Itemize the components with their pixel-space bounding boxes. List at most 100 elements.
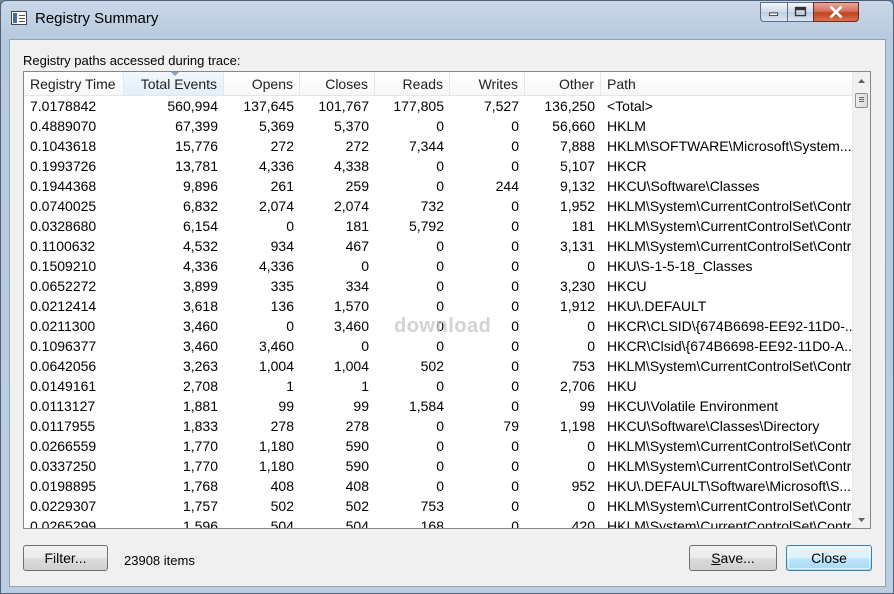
- sort-arrow-icon: [170, 72, 179, 76]
- cell-reads: 0: [436, 118, 444, 134]
- minimize-button[interactable]: [760, 2, 788, 22]
- cell-reads: 0: [436, 158, 444, 174]
- table-row[interactable]: 0.1993726 13,781 4,336 4,338 0 0 5,107 HKCR: [24, 156, 854, 176]
- app-icon: [11, 11, 27, 25]
- cell-reads: 0: [436, 338, 444, 354]
- cell-registry-time: 0.4889070: [30, 118, 97, 134]
- table-row[interactable]: 0.0212414 3,618 136 1,570 0 0 1,912 HKU\.DEFAUL…: [24, 296, 854, 316]
- cell-opens: 137,645: [243, 98, 294, 114]
- table-row[interactable]: 0.0113127 1,881 99 99 1,584 0 99 HKCU\Volatile …: [24, 396, 854, 416]
- table-row[interactable]: 0.1944368 9,896 261 259 0 244 9,132 HKCU\Softwa…: [24, 176, 854, 196]
- column-header-registry-time[interactable]: Registry Time: [24, 72, 124, 95]
- column-header-row: Registry Time Total Events Opens Closes …: [24, 72, 854, 96]
- table-row[interactable]: 0.0337250 1,770 1,180 590 0 0 0 HKLM\System\Cur…: [24, 456, 854, 476]
- table-row[interactable]: 0.1043618 15,776 272 272 7,344 0 7,888 HKLM\SOF…: [24, 136, 854, 156]
- column-header-path[interactable]: Path: [601, 72, 854, 95]
- table-row[interactable]: 0.0328680 6,154 0 181 5,792 0 181 HKLM\System\C…: [24, 216, 854, 236]
- column-header-writes[interactable]: Writes: [450, 72, 525, 95]
- save-button[interactable]: Save...: [689, 545, 777, 571]
- cell-writes: 0: [511, 138, 519, 154]
- maximize-icon: [794, 6, 807, 17]
- cell-writes: 0: [511, 338, 519, 354]
- cell-opens: 99: [278, 398, 294, 414]
- table-row[interactable]: 0.0117955 1,833 278 278 0 79 1,198 HKCU\Softwar…: [24, 416, 854, 436]
- cell-opens: 272: [270, 138, 294, 154]
- cell-reads: 0: [436, 298, 444, 314]
- cell-registry-time: 0.0117955: [30, 418, 96, 434]
- scrollbar-thumb[interactable]: [855, 93, 868, 108]
- table-row[interactable]: 0.0265299 1,596 504 504 168 0 420 HKLM\System\C…: [24, 516, 854, 529]
- table-row[interactable]: 0.0149161 2,708 1 1 0 0 2,706 HKU: [24, 376, 854, 396]
- table-row[interactable]: 0.0740025 6,832 2,074 2,074 732 0 1,952 HKLM\Sy…: [24, 196, 854, 216]
- table-row[interactable]: 0.0652272 3,899 335 334 0 0 3,230 HKCU: [24, 276, 854, 296]
- close-button[interactable]: Close: [786, 545, 872, 571]
- cell-writes: 0: [511, 278, 519, 294]
- filter-button[interactable]: Filter...: [23, 545, 108, 571]
- cell-opens: 136: [270, 298, 294, 314]
- table-row[interactable]: 0.0198895 1,768 408 408 0 0 952 HKU\.DEFAULT\So…: [24, 476, 854, 496]
- cell-other: 0: [587, 458, 595, 474]
- column-header-opens[interactable]: Opens: [224, 72, 300, 95]
- list-caption: Registry paths accessed during trace:: [23, 53, 241, 68]
- cell-path: HKLM\System\CurrentControlSet\Contr...: [607, 438, 854, 454]
- scroll-up-button[interactable]: [853, 72, 870, 89]
- cell-total-events: 1,770: [182, 458, 218, 474]
- cell-path: HKU\.DEFAULT\Software\Microsoft\S...: [607, 478, 852, 494]
- registry-paths-list[interactable]: Registry Time Total Events Opens Closes …: [23, 71, 871, 529]
- cell-total-events: 1,768: [182, 478, 218, 494]
- cell-path: HKLM\System\CurrentControlSet\Contr...: [607, 498, 854, 514]
- cell-writes: 79: [503, 418, 519, 434]
- cell-closes: 0: [361, 338, 369, 354]
- cell-closes: 502: [345, 498, 369, 514]
- table-row[interactable]: 0.0266559 1,770 1,180 590 0 0 0 HKLM\System\Cur…: [24, 436, 854, 456]
- cell-opens: 5,369: [258, 118, 294, 134]
- cell-path: HKLM: [607, 118, 646, 134]
- table-row[interactable]: 0.1509210 4,336 4,336 0 0 0 0 HKU\S-1-5-18_Clas…: [24, 256, 854, 276]
- scroll-down-icon: [858, 518, 865, 522]
- cell-opens: 335: [270, 278, 294, 294]
- minimize-icon: [769, 12, 779, 17]
- table-row[interactable]: 0.1100632 4,532 934 467 0 0 3,131 HKLM\System\C…: [24, 236, 854, 256]
- cell-writes: 0: [511, 478, 519, 494]
- cell-registry-time: 0.0337250: [30, 458, 97, 474]
- cell-path: HKU: [607, 378, 637, 394]
- column-header-reads[interactable]: Reads: [375, 72, 450, 95]
- cell-writes: 0: [511, 518, 519, 529]
- table-row[interactable]: 0.0229307 1,757 502 502 753 0 0 HKLM\System\Cur…: [24, 496, 854, 516]
- maximize-button[interactable]: [787, 2, 814, 22]
- cell-other: 56,660: [552, 118, 595, 134]
- table-row[interactable]: 7.0178842 560,994 137,645 101,767 177,805 7,5…: [24, 96, 854, 116]
- cell-registry-time: 0.0265299: [30, 518, 97, 529]
- cell-closes: 504: [345, 518, 369, 529]
- cell-opens: 1,004: [258, 358, 294, 374]
- column-header-total-events[interactable]: Total Events: [124, 72, 224, 95]
- cell-closes: 278: [345, 418, 369, 434]
- title-bar[interactable]: Registry Summary: [1, 1, 893, 37]
- cell-opens: 1,180: [258, 458, 294, 474]
- cell-writes: 0: [511, 118, 519, 134]
- cell-opens: 0: [286, 218, 294, 234]
- registry-summary-window: Registry Summary Registry paths accessed…: [0, 0, 894, 594]
- cell-path: HKLM\System\CurrentControlSet\Contr...: [607, 218, 854, 234]
- cell-registry-time: 0.0113127: [30, 398, 96, 414]
- table-row[interactable]: 0.1096377 3,460 3,460 0 0 0 0 HKCR\Clsid\{674B6…: [24, 336, 854, 356]
- cell-reads: 0: [436, 278, 444, 294]
- column-header-other[interactable]: Other: [525, 72, 601, 95]
- vertical-scrollbar[interactable]: [852, 72, 870, 528]
- cell-registry-time: 0.0740025: [30, 198, 97, 214]
- cell-closes: 4,338: [333, 158, 369, 174]
- scroll-down-button[interactable]: [853, 511, 870, 528]
- cell-total-events: 67,399: [175, 118, 218, 134]
- item-count: 23908 items: [124, 553, 195, 568]
- column-header-closes[interactable]: Closes: [300, 72, 375, 95]
- cell-total-events: 3,263: [182, 358, 218, 374]
- cell-total-events: 1,770: [182, 438, 218, 454]
- cell-opens: 1,180: [258, 438, 294, 454]
- table-row[interactable]: 0.4889070 67,399 5,369 5,370 0 0 56,660 HKLM: [24, 116, 854, 136]
- dialog-content: Registry paths accessed during trace: Re…: [9, 39, 886, 587]
- cell-opens: 278: [270, 418, 294, 434]
- cell-total-events: 1,757: [182, 498, 218, 514]
- cell-other: 1,198: [559, 418, 595, 434]
- close-window-button[interactable]: [813, 2, 859, 22]
- table-row[interactable]: 0.0642056 3,263 1,004 1,004 502 0 753 HKLM\Syst…: [24, 356, 854, 376]
